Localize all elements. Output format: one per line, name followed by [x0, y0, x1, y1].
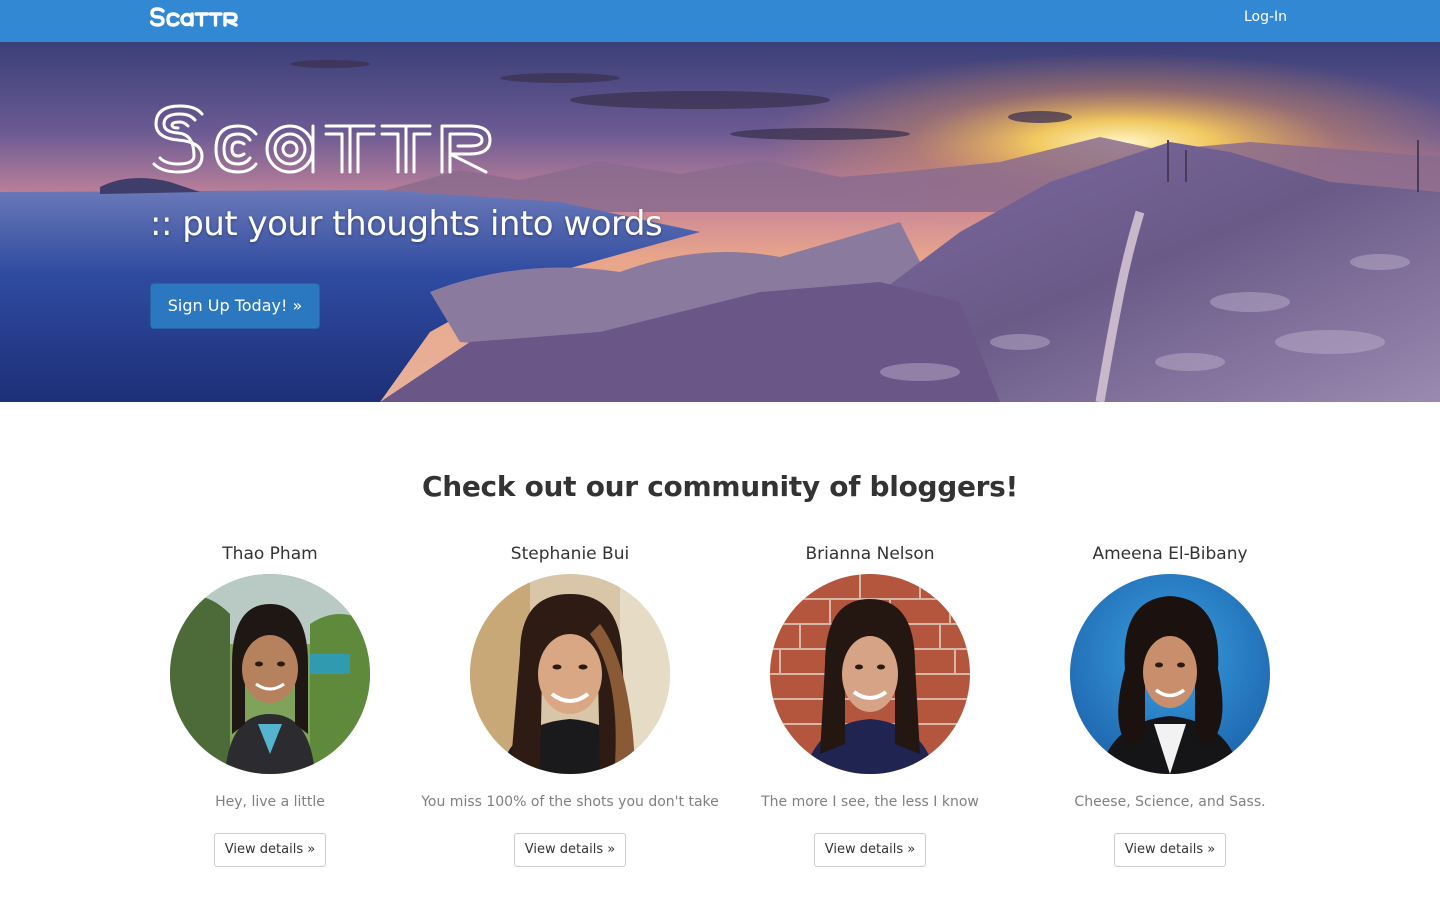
blogger-name: Stephanie Bui — [510, 544, 630, 564]
blogger-name: Ameena El-Bibany — [1092, 544, 1248, 564]
blogger-avatar[interactable] — [170, 574, 370, 774]
blogger-bio: Cheese, Science, and Sass. — [1074, 794, 1266, 810]
blogger-bio: Hey, live a little — [215, 794, 325, 810]
brand-logo[interactable] — [150, 5, 240, 29]
view-details-button[interactable]: View details » — [214, 833, 326, 867]
blogger-avatar[interactable] — [470, 574, 670, 774]
login-link[interactable]: Log-In — [1244, 9, 1287, 25]
hero-tagline: :: put your thoughts into words — [150, 204, 663, 244]
signup-button[interactable]: Sign Up Today! » — [150, 283, 320, 329]
blogger-bio: You miss 100% of the shots you don't tak… — [421, 794, 719, 810]
blogger-avatar[interactable] — [1070, 574, 1270, 774]
community-heading: Check out our community of bloggers! — [421, 470, 1019, 503]
blogger-name: Thao Pham — [222, 544, 318, 564]
hero-logo — [152, 104, 492, 174]
blogger-name: Brianna Nelson — [805, 544, 935, 564]
top-navbar: Log-In — [0, 0, 1440, 42]
blogger-avatar[interactable] — [770, 574, 970, 774]
view-details-button[interactable]: View details » — [1114, 833, 1226, 867]
blogger-bio: The more I see, the less I know — [761, 794, 979, 810]
view-details-button[interactable]: View details » — [814, 833, 926, 867]
hero-banner: :: put your thoughts into words Sign Up … — [0, 42, 1440, 402]
view-details-button[interactable]: View details » — [514, 833, 626, 867]
